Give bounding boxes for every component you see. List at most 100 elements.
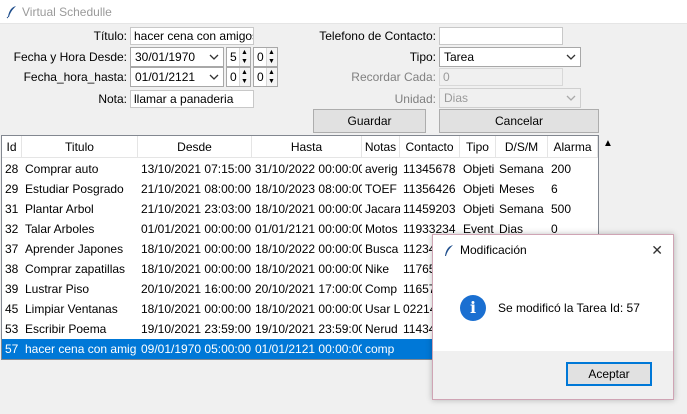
- hora-desde-value: 5: [230, 50, 237, 64]
- fecha-desde-date-picker[interactable]: 30/01/1970: [130, 47, 224, 67]
- cell-notas: TOEF: [365, 182, 397, 196]
- cell-hasta: 31/10/2022 00:00:00: [255, 162, 362, 176]
- cell-titulo: Comprar auto: [25, 162, 99, 176]
- cell-titulo: Lustrar Piso: [25, 282, 90, 296]
- chevron-down-icon[interactable]: [565, 92, 577, 104]
- column-header-desde[interactable]: Desde: [138, 136, 252, 158]
- cell-hasta: 18/10/2021 00:00:00: [255, 202, 362, 216]
- nota-input[interactable]: llamar a panaderia: [130, 90, 254, 108]
- dialog-message: Se modificó la Tarea Id: 57: [498, 301, 640, 315]
- fecha-hasta-date-picker[interactable]: 01/01/2121: [130, 67, 224, 87]
- dialog-body: i Se modificó la Tarea Id: 57: [433, 265, 673, 351]
- aceptar-button[interactable]: Aceptar: [566, 362, 652, 386]
- hora-hasta-spinbox[interactable]: 0 ▲ ▼: [226, 67, 251, 87]
- spin-buttons[interactable]: ▲ ▼: [239, 48, 250, 66]
- nota-label: Nota:: [98, 92, 127, 106]
- cancelar-button[interactable]: Cancelar: [439, 109, 599, 133]
- cell-notas: Motos: [365, 222, 398, 236]
- cell-contacto: 11459203: [403, 202, 456, 216]
- titulo-label: Título:: [93, 29, 127, 43]
- column-header-hasta[interactable]: Hasta: [252, 136, 362, 158]
- dialog-title: Modificación: [460, 243, 527, 257]
- spin-buttons[interactable]: ▲ ▼: [266, 48, 277, 66]
- unidad-label: Unidad:: [394, 92, 436, 106]
- cell-hasta: 18/10/2022 00:00:00: [255, 242, 362, 256]
- telefono-input[interactable]: [439, 27, 563, 45]
- cell-id: 38: [5, 262, 19, 276]
- cell-alarma: 500: [551, 202, 572, 216]
- scroll-up-icon[interactable]: ▲: [603, 138, 613, 149]
- spin-down-icon[interactable]: ▼: [268, 78, 275, 85]
- cell-dsm: Semana: [499, 202, 544, 216]
- cell-notas: Comp: [365, 282, 398, 296]
- table-row[interactable]: 28 Comprar auto 13/10/2021 07:15:00 31/10/2…: [2, 159, 598, 179]
- column-header-notas[interactable]: Notas: [362, 136, 400, 158]
- min-desde-spinbox[interactable]: 0 ▲ ▼: [253, 47, 278, 67]
- unidad-value: Dias: [444, 91, 469, 105]
- recordar-input[interactable]: 0: [439, 68, 563, 86]
- cell-titulo: Plantar Arbol: [25, 202, 94, 216]
- cell-notas: Jacara: [365, 202, 400, 216]
- min-desde-value: 0: [257, 50, 264, 64]
- cell-desde: 09/01/1970 05:00:00: [141, 342, 252, 356]
- cell-notas: comp: [365, 342, 395, 356]
- spin-down-icon[interactable]: ▼: [241, 78, 248, 85]
- column-header-titulo[interactable]: Titulo: [22, 136, 138, 158]
- cell-desde: 20/10/2021 16:00:00: [141, 282, 252, 296]
- min-hasta-spinbox[interactable]: 0 ▲ ▼: [253, 67, 278, 87]
- cell-id: 37: [5, 242, 19, 256]
- cell-contacto: 11345678: [403, 162, 456, 176]
- column-header-alarma[interactable]: Alarma: [548, 136, 598, 158]
- chevron-down-icon[interactable]: [208, 71, 220, 83]
- tipo-select[interactable]: Tarea: [439, 47, 581, 67]
- cell-notas: Usar L: [365, 302, 400, 316]
- cell-id: 57: [5, 342, 19, 356]
- cell-desde: 21/10/2021 23:03:00: [141, 202, 252, 216]
- chevron-down-icon[interactable]: [565, 51, 577, 63]
- table-row[interactable]: 31 Plantar Arbol 21/10/2021 23:03:00 18/10/…: [2, 199, 598, 219]
- cell-titulo: Limpiar Ventanas: [25, 302, 118, 316]
- cell-dsm: Semana: [499, 162, 544, 176]
- close-icon[interactable]: ✕: [651, 242, 663, 259]
- cell-id: 31: [5, 202, 19, 216]
- column-header-contacto[interactable]: Contacto: [400, 136, 460, 158]
- guardar-button[interactable]: Guardar: [313, 109, 426, 133]
- column-header-id[interactable]: Id: [2, 136, 22, 158]
- cell-contacto: 11356426: [403, 182, 456, 196]
- title-bar: Virtual Schedulle: [0, 0, 687, 24]
- cell-notas: Busca: [365, 242, 399, 256]
- spin-up-icon[interactable]: ▲: [268, 69, 275, 76]
- cell-id: 39: [5, 282, 19, 296]
- cell-id: 28: [5, 162, 19, 176]
- cell-desde: 18/10/2021 00:00:00: [141, 242, 252, 256]
- cell-titulo: Escribir Poema: [25, 322, 107, 336]
- table-row[interactable]: 29 Estudiar Posgrado 21/10/2021 08:00:00 18…: [2, 179, 598, 199]
- cell-id: 32: [5, 222, 19, 236]
- cell-desde: 18/10/2021 00:00:00: [141, 262, 252, 276]
- spin-up-icon[interactable]: ▲: [268, 49, 275, 56]
- feather-icon: [6, 6, 16, 19]
- cell-desde: 21/10/2021 08:00:00: [141, 182, 252, 196]
- spin-buttons[interactable]: ▲ ▼: [266, 68, 277, 86]
- cell-hasta: 20/10/2021 17:00:00: [255, 282, 362, 296]
- cell-hasta: 19/10/2021 23:59:00: [255, 322, 362, 336]
- titulo-input[interactable]: hacer cena con amigos: [130, 27, 254, 45]
- hora-desde-spinbox[interactable]: 5 ▲ ▼: [226, 47, 251, 67]
- spin-down-icon[interactable]: ▼: [268, 58, 275, 65]
- chevron-down-icon[interactable]: [208, 51, 220, 63]
- spin-up-icon[interactable]: ▲: [241, 69, 248, 76]
- cell-notas: averig: [365, 162, 398, 176]
- column-header-dsm[interactable]: D/S/M: [496, 136, 548, 158]
- spin-up-icon[interactable]: ▲: [241, 49, 248, 56]
- cell-id: 53: [5, 322, 19, 336]
- spin-buttons[interactable]: ▲ ▼: [239, 68, 250, 86]
- min-hasta-value: 0: [257, 70, 264, 84]
- unidad-select[interactable]: Dias: [439, 88, 581, 108]
- tipo-value: Tarea: [444, 50, 475, 64]
- hora-hasta-value: 0: [230, 70, 237, 84]
- spin-down-icon[interactable]: ▼: [241, 58, 248, 65]
- column-header-tipo[interactable]: Tipo: [460, 136, 496, 158]
- fecha-hasta-value: 01/01/2121: [135, 70, 196, 84]
- table-header: Id Titulo Desde Hasta Notas Contacto Tip…: [2, 136, 598, 158]
- info-icon: i: [460, 295, 486, 321]
